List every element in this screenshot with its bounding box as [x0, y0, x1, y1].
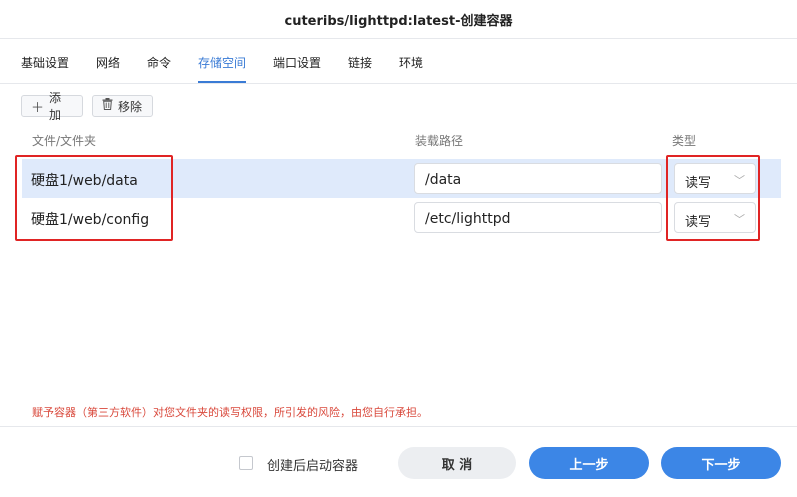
- column-header-mount-path: 装载路径: [415, 134, 464, 148]
- column-header-file-folder: 文件/文件夹: [32, 134, 97, 148]
- mount-path-input[interactable]: /data: [414, 163, 662, 194]
- add-button[interactable]: ＋ 添加: [21, 91, 83, 122]
- tab-port-settings[interactable]: 端口设置: [273, 54, 321, 71]
- trash-icon: [102, 98, 113, 114]
- add-button-label: 添加: [49, 91, 62, 122]
- tab-environment[interactable]: 环境: [399, 54, 423, 71]
- window-title: cuteribs/lighttpd:latest-创建容器: [284, 14, 513, 29]
- tab-bar: 基础设置 网络 命令 存储空间 端口设置 链接 环境: [0, 38, 797, 84]
- tab-basic-settings[interactable]: 基础设置: [21, 54, 69, 71]
- cancel-button[interactable]: 取 消: [398, 447, 516, 479]
- start-after-create-checkbox[interactable]: [239, 456, 253, 470]
- tab-command[interactable]: 命令: [147, 54, 171, 71]
- mount-path-input[interactable]: /etc/lighttpd: [414, 202, 662, 233]
- highlight-box-file-folder: [15, 155, 173, 241]
- previous-step-button[interactable]: 上一步: [529, 447, 649, 479]
- active-tab-indicator: [198, 81, 246, 83]
- tab-links[interactable]: 链接: [348, 54, 372, 71]
- remove-button[interactable]: 移除: [92, 95, 153, 117]
- start-after-create-label[interactable]: 创建后启动容器: [267, 455, 358, 474]
- risk-warning: 赋予容器（第三方软件）对您文件夹的读写权限，所引发的风险，由您自行承担。: [32, 406, 428, 419]
- plus-icon: ＋: [31, 100, 45, 116]
- title-bar: cuteribs/lighttpd:latest-创建容器: [0, 0, 797, 39]
- next-step-button[interactable]: 下一步: [661, 447, 781, 479]
- tab-network[interactable]: 网络: [96, 54, 120, 71]
- column-header-type: 类型: [672, 134, 697, 148]
- highlight-box-type: [666, 155, 760, 241]
- remove-button-label: 移除: [118, 99, 143, 114]
- tab-storage[interactable]: 存储空间: [198, 54, 246, 71]
